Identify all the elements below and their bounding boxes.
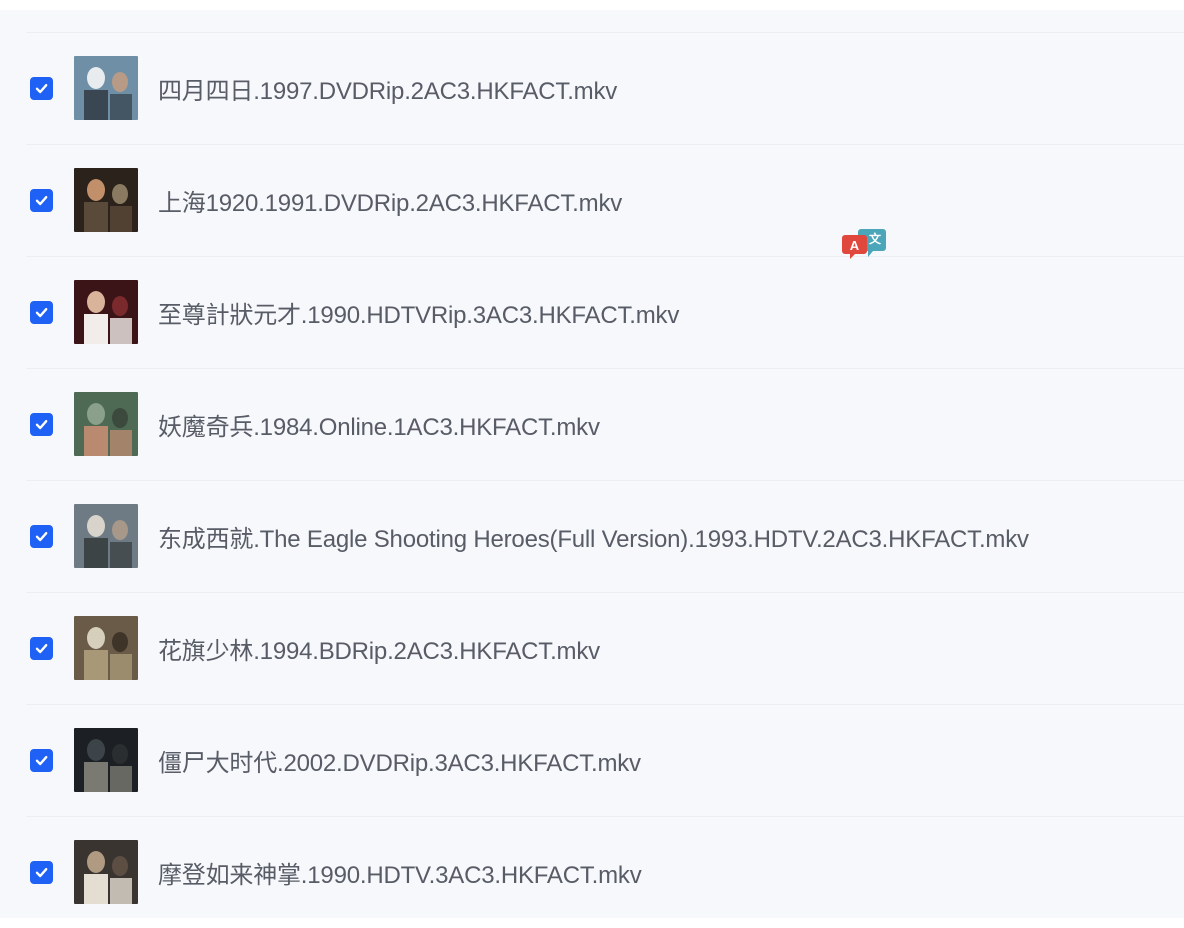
file-name[interactable]: 至尊計狀元才.1990.HDTVRip.3AC3.HKFACT.mkv (158, 295, 679, 330)
video-thumbnail (74, 280, 138, 344)
file-name[interactable]: 四月四日.1997.DVDRip.2AC3.HKFACT.mkv (158, 71, 617, 106)
file-row[interactable]: 摩登如来神掌.1990.HDTV.3AC3.HKFACT.mkv (0, 816, 1184, 918)
video-thumbnail (74, 56, 138, 120)
file-list-viewport[interactable]: 1991香港奇案系列电影四月四日.1997.DVDRip.2AC3.HKFACT… (0, 10, 1184, 918)
file-name[interactable]: 上海1920.1991.DVDRip.2AC3.HKFACT.mkv (158, 183, 622, 218)
folder-row[interactable]: 1991香港奇案系列电影 (0, 10, 1184, 32)
checkbox-checked-icon[interactable] (30, 300, 53, 324)
file-row[interactable]: 四月四日.1997.DVDRip.2AC3.HKFACT.mkv (0, 32, 1184, 144)
video-thumbnail (74, 504, 138, 568)
file-name[interactable]: 东成西就.The Eagle Shooting Heroes(Full Vers… (158, 519, 1029, 554)
svg-text:文: 文 (869, 231, 882, 246)
file-name[interactable]: 摩登如来神掌.1990.HDTV.3AC3.HKFACT.mkv (158, 855, 642, 890)
checkbox-checked-icon[interactable] (30, 412, 53, 436)
file-name[interactable]: 妖魔奇兵.1984.Online.1AC3.HKFACT.mkv (158, 407, 600, 442)
video-thumbnail (74, 840, 138, 904)
checkbox-checked-icon[interactable] (30, 76, 53, 100)
video-thumbnail (74, 728, 138, 792)
file-row[interactable]: 东成西就.The Eagle Shooting Heroes(Full Vers… (0, 480, 1184, 592)
file-row[interactable]: 至尊計狀元才.1990.HDTVRip.3AC3.HKFACT.mkv (0, 256, 1184, 368)
file-row[interactable]: 妖魔奇兵.1984.Online.1AC3.HKFACT.mkv (0, 368, 1184, 480)
video-thumbnail (74, 616, 138, 680)
checkbox-checked-icon[interactable] (30, 636, 53, 660)
file-list: 1991香港奇案系列电影四月四日.1997.DVDRip.2AC3.HKFACT… (0, 10, 1184, 918)
checkbox-checked-icon[interactable] (30, 524, 53, 548)
checkbox-checked-icon[interactable] (30, 748, 53, 772)
checkbox-checked-icon[interactable] (30, 188, 53, 212)
checkbox-checked-icon[interactable] (30, 860, 53, 884)
svg-text:A: A (850, 238, 860, 253)
file-name[interactable]: 僵尸大时代.2002.DVDRip.3AC3.HKFACT.mkv (158, 743, 641, 778)
file-row[interactable]: 花旗少林.1994.BDRip.2AC3.HKFACT.mkv (0, 592, 1184, 704)
video-thumbnail (74, 168, 138, 232)
video-thumbnail (74, 392, 138, 456)
file-row[interactable]: 僵尸大时代.2002.DVDRip.3AC3.HKFACT.mkv (0, 704, 1184, 816)
translate-icon[interactable]: A 文 (842, 228, 886, 260)
file-row[interactable]: 上海1920.1991.DVDRip.2AC3.HKFACT.mkv (0, 144, 1184, 256)
file-name[interactable]: 花旗少林.1994.BDRip.2AC3.HKFACT.mkv (158, 631, 600, 666)
